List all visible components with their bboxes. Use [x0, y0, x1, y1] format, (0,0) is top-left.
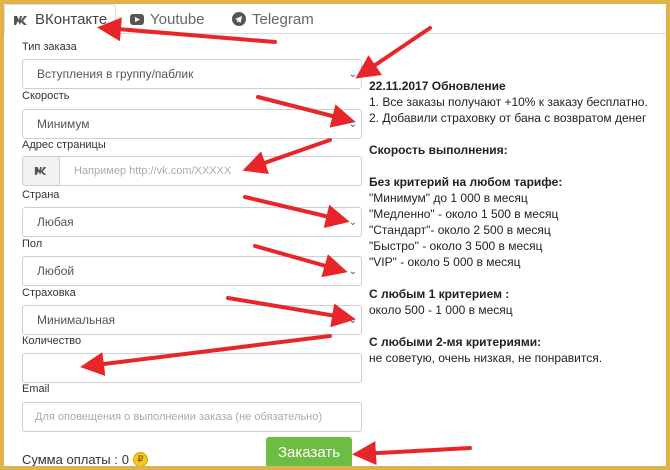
- annotation-arrow: [355, 26, 432, 79]
- annotation-arrow: [253, 244, 348, 278]
- annotation-arrow: [242, 138, 332, 175]
- annotation-arrows: [80, 17, 472, 466]
- annotation-arrow: [352, 441, 472, 466]
- annotation-arrow: [256, 95, 356, 128]
- annotation-arrow: [97, 17, 277, 44]
- annotation-arrow: [80, 334, 332, 376]
- annotation-arrow: [243, 195, 350, 228]
- annotation-arrow: [226, 296, 356, 328]
